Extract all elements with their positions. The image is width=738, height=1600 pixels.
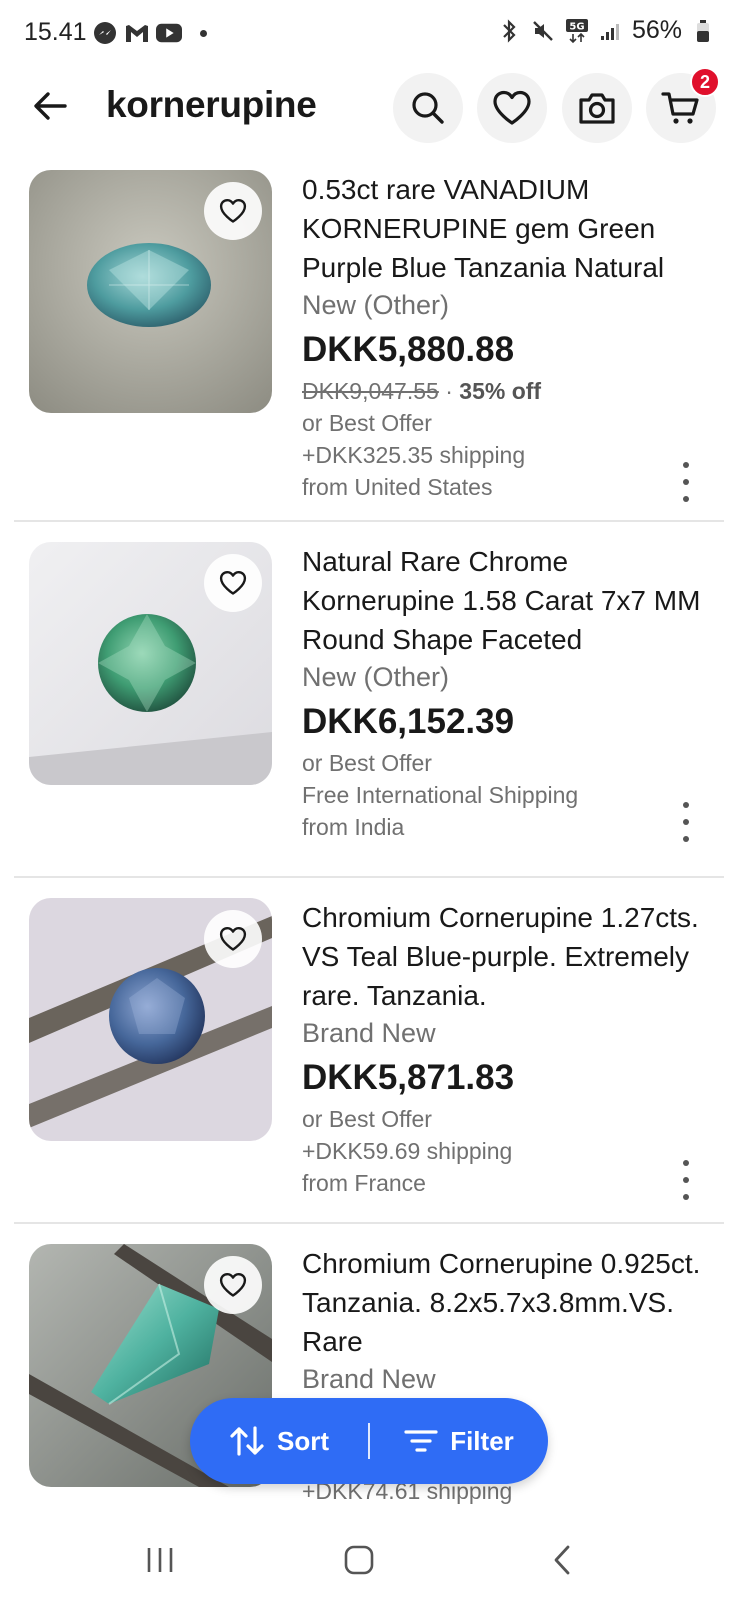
original-price: DKK9,047.55: [302, 378, 439, 404]
listing-title[interactable]: Natural Rare Chrome Kornerupine 1.58 Car…: [302, 542, 712, 659]
listing-item[interactable]: Natural Rare Chrome Kornerupine 1.58 Car…: [0, 542, 738, 860]
cart-icon: [661, 92, 699, 124]
back-button[interactable]: [24, 80, 76, 132]
recent-apps-button[interactable]: [130, 1534, 190, 1586]
listing-title[interactable]: Chromium Cornerupine 0.925ct. Tanzania. …: [302, 1244, 712, 1361]
messenger-icon: [92, 20, 118, 46]
cart-count-badge: 2: [690, 67, 720, 97]
best-offer-label: or Best Offer: [302, 1106, 432, 1132]
chevron-left-icon: [554, 1545, 570, 1575]
shipping-label: +DKK59.69 shipping: [302, 1138, 513, 1164]
listing-item[interactable]: Chromium Cornerupine 1.27cts. VS Teal Bl…: [0, 898, 738, 1216]
mute-icon: [530, 18, 556, 44]
notification-icons: [92, 20, 207, 46]
listing-image[interactable]: [29, 170, 272, 413]
status-time: 15.41: [24, 18, 87, 46]
svg-text:5G: 5G: [569, 21, 584, 32]
best-offer-label: or Best Offer: [302, 410, 432, 436]
more-notifications-dot: [200, 29, 207, 37]
divider: [14, 520, 724, 522]
listing-condition: New (Other): [302, 290, 450, 320]
more-options-button[interactable]: [676, 1160, 696, 1200]
listing-title[interactable]: Chromium Cornerupine 1.27cts. VS Teal Bl…: [302, 898, 712, 1015]
5g-icon: 5G: [564, 18, 590, 44]
filter-label: Filter: [450, 1425, 514, 1456]
location-label: from India: [302, 814, 405, 840]
filter-lines-icon: [404, 1430, 438, 1452]
watch-button[interactable]: [204, 1256, 262, 1314]
watch-button[interactable]: [204, 554, 262, 612]
listing-condition: New (Other): [302, 662, 450, 692]
price-separator: ·: [445, 378, 453, 404]
youtube-icon: [156, 20, 182, 46]
heart-icon: [219, 1272, 247, 1297]
filter-button[interactable]: Filter: [370, 1398, 548, 1484]
sort-button[interactable]: Sort: [190, 1398, 368, 1484]
search-header: kornerupine 2: [0, 66, 738, 150]
listing-condition: Brand New: [302, 1364, 436, 1394]
system-nav-bar: [0, 1520, 738, 1600]
sort-filter-bar: Sort Filter: [190, 1398, 548, 1484]
battery-icon: [690, 18, 716, 44]
listing-price: DKK6,152.39: [302, 702, 515, 741]
gmail-icon: [124, 20, 150, 46]
shipping-label: Free International Shipping: [302, 782, 579, 808]
camera-icon: [579, 93, 615, 124]
heart-icon: [493, 90, 531, 125]
watchlist-button[interactable]: [477, 73, 547, 143]
cart-button[interactable]: 2: [646, 67, 720, 143]
best-offer-label: or Best Offer: [302, 750, 432, 776]
back-nav-button[interactable]: [532, 1534, 592, 1586]
home-button[interactable]: [329, 1534, 389, 1586]
heart-icon: [219, 926, 247, 951]
discount-label: 35% off: [459, 378, 542, 404]
listing-title[interactable]: 0.53ct rare VANADIUM KORNERUPINE gem Gre…: [302, 170, 712, 287]
original-price-row: DKK9,047.55 · 35% off: [302, 375, 712, 407]
listing-item[interactable]: 0.53ct rare VANADIUM KORNERUPINE gem Gre…: [0, 170, 738, 520]
listing-price: DKK5,871.83: [302, 1058, 515, 1097]
shipping-label: +DKK325.35 shipping: [302, 442, 526, 468]
bluetooth-icon: [496, 18, 522, 44]
watch-button[interactable]: [204, 182, 262, 240]
search-query[interactable]: kornerupine: [106, 84, 317, 126]
sort-label: Sort: [277, 1425, 329, 1456]
camera-search-button[interactable]: [562, 73, 632, 143]
sort-arrows-icon: [230, 1426, 264, 1456]
divider: [14, 876, 724, 878]
back-arrow-icon: [34, 92, 67, 120]
search-button[interactable]: [393, 73, 463, 143]
location-label: from United States: [302, 474, 493, 500]
heart-icon: [219, 198, 247, 223]
signal-icon: [598, 18, 624, 44]
system-icons: 5G 56%: [496, 16, 716, 45]
listing-image[interactable]: [29, 898, 272, 1141]
location-label: from France: [302, 1170, 426, 1196]
watch-button[interactable]: [204, 910, 262, 968]
heart-icon: [219, 570, 247, 595]
status-bar: 15.41 5G 56%: [0, 0, 738, 66]
more-options-button[interactable]: [676, 802, 696, 842]
listing-price: DKK5,880.88: [302, 330, 515, 369]
search-icon: [412, 92, 444, 124]
home-icon: [344, 1545, 374, 1575]
battery-percent: 56%: [631, 16, 682, 44]
recent-apps-icon: [147, 1548, 173, 1572]
listing-condition: Brand New: [302, 1018, 436, 1048]
more-options-button[interactable]: [676, 462, 696, 502]
divider: [14, 1222, 724, 1224]
listing-image[interactable]: [29, 542, 272, 785]
